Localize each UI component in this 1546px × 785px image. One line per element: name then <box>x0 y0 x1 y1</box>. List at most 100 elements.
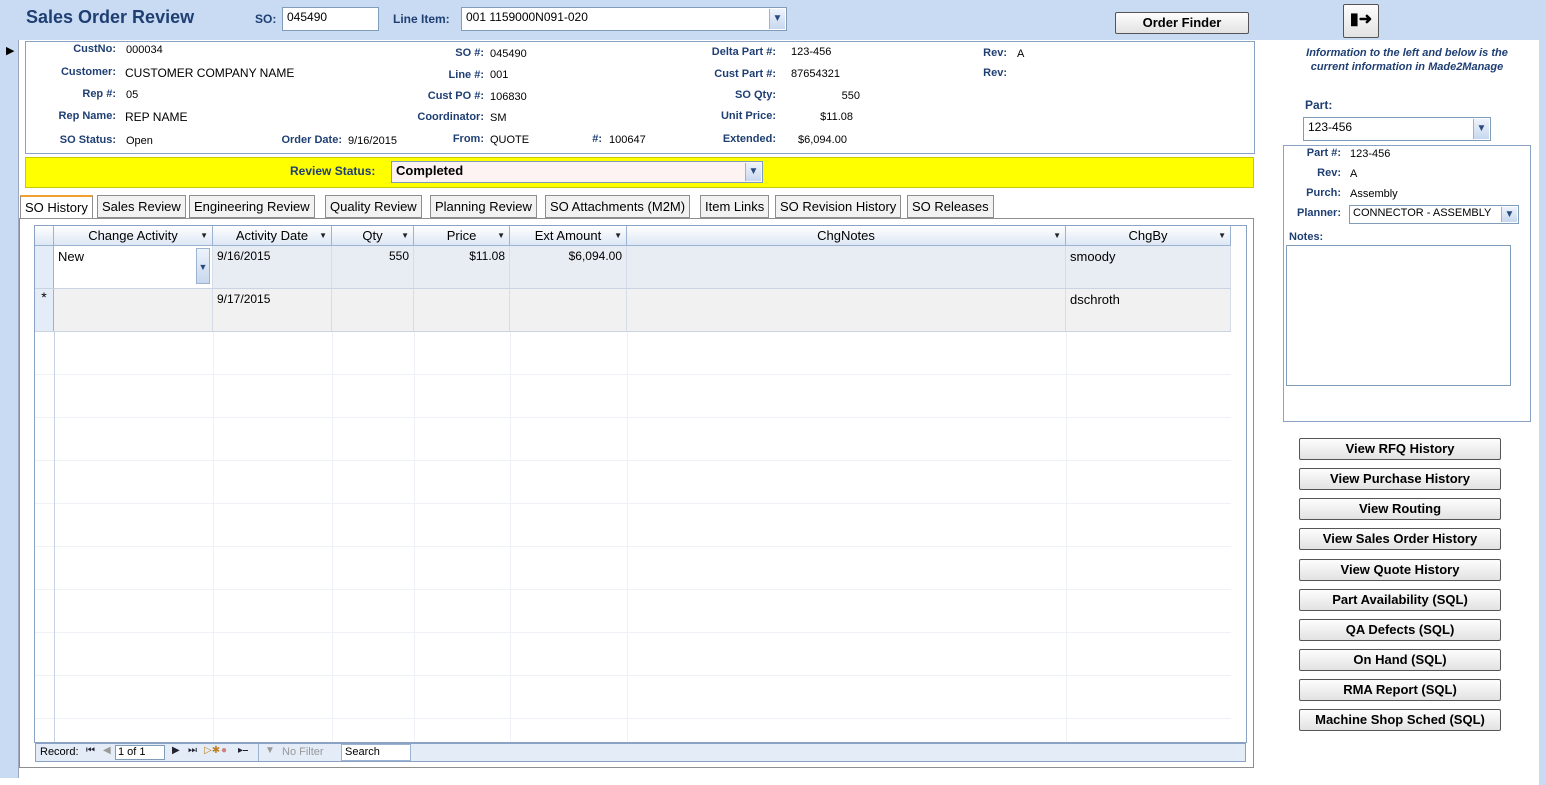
chgnotes-cell[interactable] <box>627 289 1066 331</box>
column-header-chgby[interactable]: ChgBy ▼ <box>1066 226 1231 246</box>
price-cell[interactable]: $11.08 <box>414 246 510 288</box>
chevron-down-icon[interactable]: ▼ <box>1501 207 1517 222</box>
tab-planning-review[interactable]: Planning Review <box>430 195 537 218</box>
column-header-label: ChgBy <box>1128 228 1168 243</box>
on-hand-button[interactable]: On Hand (SQL) <box>1299 649 1501 671</box>
part-num-label: Part #: <box>1306 147 1341 159</box>
tab-so-attachments[interactable]: SO Attachments (M2M) <box>545 195 691 218</box>
dropdown-arrow-icon[interactable]: ▼ <box>319 226 327 245</box>
chevron-down-icon[interactable]: ▼ <box>769 9 785 29</box>
chevron-down-icon[interactable]: ▼ <box>1473 119 1489 139</box>
column-header-ext-amount[interactable]: Ext Amount ▼ <box>510 226 627 246</box>
table-row[interactable]: * 9/17/2015 dschroth <box>35 289 1231 332</box>
filter-icon[interactable]: ▼ <box>265 745 275 756</box>
view-purchase-history-button[interactable]: View Purchase History <box>1299 468 1501 490</box>
line-item-select[interactable]: 001 1159000N091-020 ▼ <box>461 7 787 31</box>
previous-record-icon[interactable]: ◀ <box>103 745 111 756</box>
activity-date-cell[interactable]: 9/16/2015 <box>213 246 332 288</box>
view-rfq-history-button[interactable]: View RFQ History <box>1299 438 1501 460</box>
line-item-label: Line Item: <box>393 12 450 26</box>
column-header-activity-date[interactable]: Activity Date ▼ <box>213 226 332 246</box>
part-select[interactable]: 123-456 ▼ <box>1303 117 1491 141</box>
rev-value-1: A <box>1017 48 1025 60</box>
tab-so-revision-history[interactable]: SO Revision History <box>775 195 902 218</box>
rma-report-button[interactable]: RMA Report (SQL) <box>1299 679 1501 701</box>
page-title: Sales Order Review <box>26 7 195 27</box>
delta-part-label: Delta Part #: <box>711 46 776 58</box>
record-navigation-bar: Record: ⏮ ◀ 1 of 1 ▶ ⏭ ▷✱ ● ▸⎯ ▼ No Filt… <box>35 743 1246 762</box>
part-availability-button[interactable]: Part Availability (SQL) <box>1299 589 1501 611</box>
dropdown-arrow-icon[interactable]: ▼ <box>614 226 622 245</box>
part-select-value: 123-456 <box>1308 120 1353 134</box>
exit-button[interactable]: ▮➜ <box>1343 4 1379 38</box>
chgby-cell[interactable]: dschroth <box>1066 289 1231 331</box>
dropdown-arrow-icon[interactable]: ▼ <box>497 226 505 245</box>
tab-engineering-review[interactable]: Engineering Review <box>189 195 315 218</box>
tab-sales-review[interactable]: Sales Review <box>97 195 186 218</box>
last-record-icon[interactable]: ⏭ <box>188 745 197 756</box>
grid-line <box>35 546 1231 547</box>
new-record-marker[interactable]: * <box>35 289 54 331</box>
part-label: Part: <box>1305 98 1333 112</box>
chevron-down-icon[interactable]: ▼ <box>745 163 761 181</box>
order-finder-button[interactable]: Order Finder <box>1115 12 1249 34</box>
qty-cell[interactable] <box>332 289 414 331</box>
so-num-label: SO #: <box>455 47 484 59</box>
column-header-price[interactable]: Price ▼ <box>414 226 510 246</box>
dropdown-arrow-icon[interactable]: ▼ <box>401 226 409 245</box>
chgnotes-cell[interactable] <box>627 246 1066 288</box>
planner-select[interactable]: CONNECTOR - ASSEMBLY ▼ <box>1349 205 1519 224</box>
tab-item-links[interactable]: Item Links <box>700 195 770 218</box>
tab-so-history[interactable]: SO History <box>20 195 93 219</box>
qa-defects-button[interactable]: QA Defects (SQL) <box>1299 619 1501 641</box>
notes-textarea[interactable] <box>1286 245 1511 386</box>
so-status-label: SO Status: <box>59 134 116 146</box>
dropdown-arrow-icon[interactable]: ▼ <box>1053 226 1061 245</box>
view-sales-order-history-button[interactable]: View Sales Order History <box>1299 528 1501 550</box>
next-record-icon[interactable]: ▶ <box>172 745 180 756</box>
record-end-icon[interactable]: ▸⎯ <box>238 745 248 756</box>
record-number-input[interactable]: 1 of 1 <box>115 745 165 760</box>
view-quote-history-button[interactable]: View Quote History <box>1299 559 1501 581</box>
purch-value: Assembly <box>1350 188 1398 200</box>
delete-record-icon[interactable]: ● <box>221 745 227 756</box>
qty-cell[interactable]: 550 <box>332 246 414 288</box>
review-status-select[interactable]: Completed ▼ <box>391 161 763 183</box>
change-activity-value: New <box>58 249 85 264</box>
new-record-icon[interactable]: ▷✱ <box>204 745 220 756</box>
change-activity-cell[interactable]: New ▼ <box>54 246 213 288</box>
chevron-down-icon[interactable]: ▼ <box>196 248 210 284</box>
dropdown-arrow-icon[interactable]: ▼ <box>1218 226 1226 245</box>
machine-shop-sched-button[interactable]: Machine Shop Sched (SQL) <box>1299 709 1501 731</box>
column-header-change-activity[interactable]: Change Activity ▼ <box>54 226 213 246</box>
dropdown-arrow-icon[interactable]: ▼ <box>200 226 208 245</box>
column-header-chgnotes[interactable]: ChgNotes ▼ <box>627 226 1066 246</box>
first-record-icon[interactable]: ⏮ <box>86 745 95 756</box>
cust-po-label: Cust PO #: <box>427 90 484 102</box>
column-header-qty[interactable]: Qty ▼ <box>332 226 414 246</box>
tab-quality-review[interactable]: Quality Review <box>325 195 422 218</box>
search-input[interactable]: Search <box>341 744 411 761</box>
row-selector[interactable] <box>35 246 54 288</box>
ext-amount-cell[interactable] <box>510 289 627 331</box>
change-activity-cell[interactable] <box>54 289 213 331</box>
so-input[interactable]: 045490 <box>282 7 379 31</box>
custno-value: 000034 <box>126 44 163 56</box>
view-routing-button[interactable]: View Routing <box>1299 498 1501 520</box>
price-cell[interactable] <box>414 289 510 331</box>
chgby-cell[interactable]: smoody <box>1066 246 1231 288</box>
rep-value: 05 <box>126 89 139 101</box>
coordinator-value: SM <box>490 112 507 124</box>
cust-po-value: 106830 <box>490 91 527 103</box>
custno-label: CustNo: <box>73 43 116 55</box>
table-row[interactable]: New ▼ 9/16/2015 550 $11.08 $6,094.00 smo… <box>35 246 1231 289</box>
customer-value: CUSTOMER COMPANY NAME <box>125 66 295 80</box>
no-filter-button[interactable]: No Filter <box>282 746 324 758</box>
ext-amount-cell[interactable]: $6,094.00 <box>510 246 627 288</box>
activity-date-cell[interactable]: 9/17/2015 <box>213 289 332 331</box>
select-all-corner[interactable] <box>35 226 54 246</box>
tab-so-releases[interactable]: SO Releases <box>907 195 994 218</box>
so-num-value: 045490 <box>490 48 527 60</box>
right-edge-strip <box>1539 40 1546 785</box>
current-record-arrow-icon: ▶ <box>6 45 15 57</box>
